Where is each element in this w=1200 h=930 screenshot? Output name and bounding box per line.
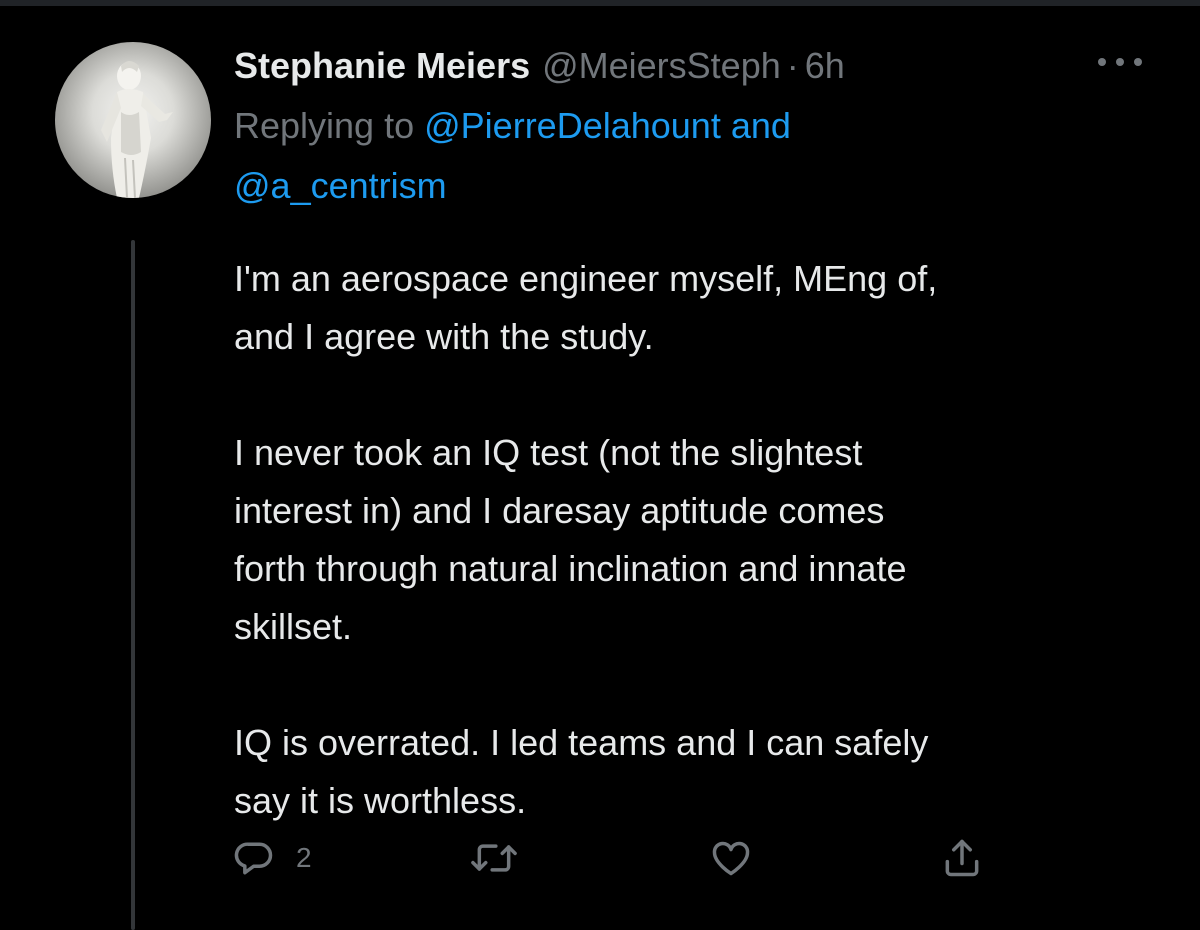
separator-dot: ·	[786, 45, 799, 86]
statue-image	[101, 61, 173, 198]
reply-mention-centrism[interactable]: @a_centrism	[234, 165, 447, 206]
reply-button[interactable]: 2	[232, 836, 312, 880]
thread-line	[131, 240, 135, 930]
retweet-button[interactable]	[470, 836, 518, 880]
display-name[interactable]: Stephanie Meiers	[234, 44, 530, 88]
avatar-column	[55, 42, 211, 198]
reply-bubble-icon	[234, 842, 273, 875]
reply-mention-pierre[interactable]: @PierreDelahount	[424, 105, 721, 146]
more-horizontal-icon-dot-1	[1098, 58, 1106, 66]
like-button[interactable]	[708, 836, 754, 880]
retweet-icon	[471, 844, 517, 872]
share-button[interactable]	[940, 836, 984, 880]
more-horizontal-icon-dot-2	[1116, 58, 1124, 66]
replying-to: Replying to @PierreDelahount and @a_cent…	[234, 96, 1174, 216]
tweet-header: Stephanie Meiers @MeiersSteph · 6h	[234, 44, 1174, 88]
more-horizontal-icon-dot-3	[1134, 58, 1142, 66]
replying-prefix: Replying to	[234, 105, 415, 146]
tweet-actions: 2	[232, 836, 992, 880]
heart-icon	[712, 841, 750, 876]
tweet-content: Stephanie Meiers @MeiersSteph · 6h Reply…	[234, 44, 1174, 830]
user-handle[interactable]: @MeiersSteph	[542, 44, 781, 88]
reply-count: 2	[296, 842, 312, 873]
timestamp[interactable]: 6h	[805, 44, 845, 88]
share-icon	[945, 839, 979, 877]
tweet[interactable]: Stephanie Meiers @MeiersSteph · 6h Reply…	[0, 6, 1200, 930]
more-options-button[interactable]	[1098, 52, 1142, 72]
avatar[interactable]	[55, 42, 211, 198]
tweet-text: I'm an aerospace engineer myself, MEng o…	[234, 258, 938, 821]
reply-joiner[interactable]: and	[731, 105, 791, 146]
